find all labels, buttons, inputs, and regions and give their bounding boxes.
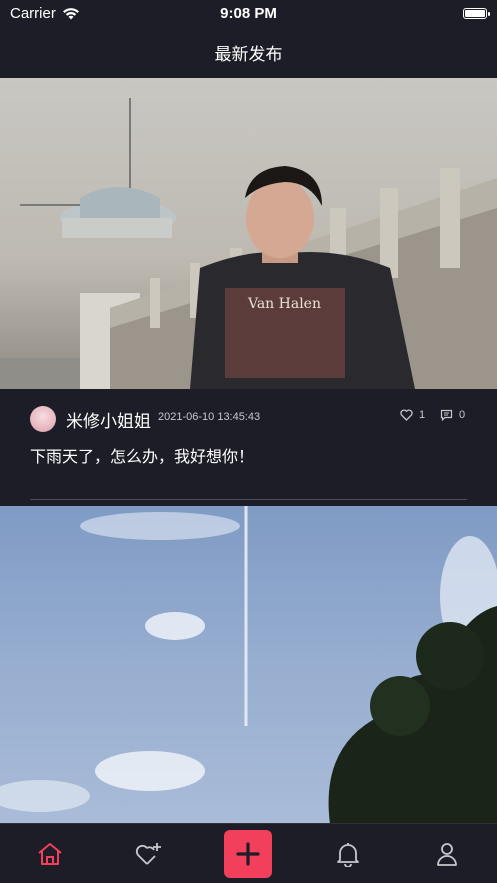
- tab-profile[interactable]: [423, 830, 471, 878]
- svg-text:Van Halen: Van Halen: [247, 296, 321, 312]
- battery-icon: [463, 7, 490, 19]
- tab-notifications[interactable]: [324, 830, 372, 878]
- divider: [30, 499, 467, 500]
- bell-icon: [336, 842, 359, 867]
- post-card[interactable]: 米修小姐姐 2021-06-10 13:45:43 1 0 下雨天了，怎么办，我…: [0, 389, 497, 506]
- plus-icon: [236, 841, 261, 866]
- comment-icon: [440, 409, 453, 421]
- carrier-label: Carrier: [10, 4, 56, 22]
- tab-home[interactable]: [26, 830, 74, 878]
- comment-count: 0: [459, 409, 466, 421]
- home-icon: [38, 842, 62, 865]
- comment-button[interactable]: 0: [440, 409, 465, 421]
- wifi-icon: [62, 7, 79, 19]
- tab-follow[interactable]: [125, 830, 173, 878]
- publish-button[interactable]: [224, 829, 273, 878]
- post-timestamp: 2021-06-10 13:45:43: [158, 411, 261, 423]
- navigation-bar: 最新发布: [0, 26, 497, 78]
- photo-illustration: Van Halen: [0, 98, 497, 389]
- post-photo[interactable]: Van Halen: [0, 78, 497, 389]
- status-bar: Carrier 9:08 PM: [0, 0, 497, 26]
- like-count: 1: [419, 409, 426, 421]
- feed[interactable]: Van Halen 米修小姐姐 2021-06-10 13:45:43 1 0 …: [0, 78, 497, 824]
- like-button[interactable]: 1: [400, 409, 425, 421]
- post-photo[interactable]: [0, 506, 497, 824]
- heart-plus-icon: [135, 842, 162, 865]
- post-text: 下雨天了，怎么办，我好想你！: [30, 449, 255, 466]
- carrier-group: Carrier: [10, 5, 80, 22]
- heart-icon: [400, 409, 413, 421]
- page-title: 最新发布: [214, 44, 283, 64]
- username[interactable]: 米修小姐姐: [66, 407, 151, 432]
- person-icon: [437, 842, 458, 866]
- tab-bar: [0, 823, 497, 883]
- sky-photo-illustration: [0, 506, 497, 824]
- tab-publish[interactable]: [224, 829, 273, 878]
- avatar[interactable]: [30, 406, 56, 432]
